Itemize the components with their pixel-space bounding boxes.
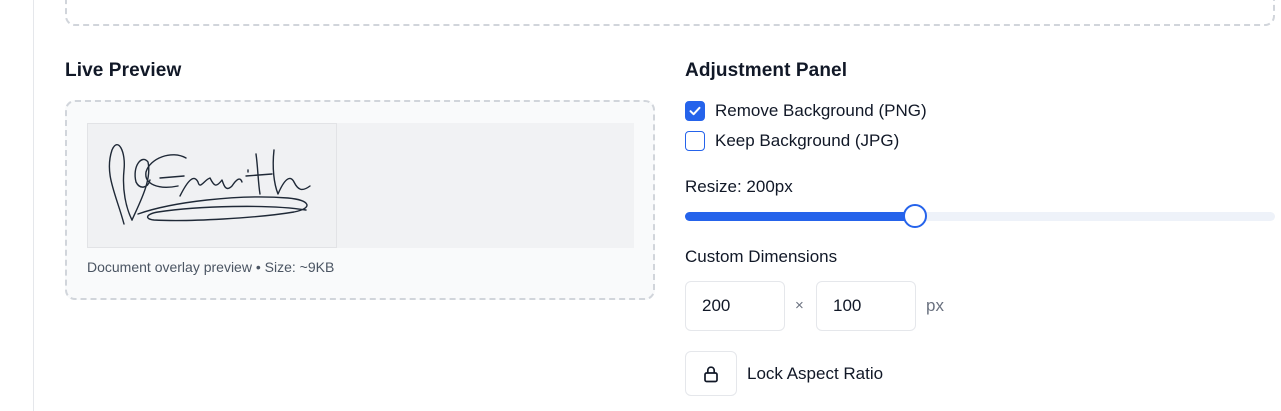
lock-icon <box>704 365 718 382</box>
keep-background-checkbox[interactable] <box>685 131 705 151</box>
upload-dropzone[interactable] <box>65 0 1275 26</box>
width-input[interactable] <box>685 281 785 331</box>
live-preview-box: Document overlay preview • Size: ~9KB <box>65 100 655 300</box>
signature-editor-page: Live Preview Document overlay preview • … <box>0 0 1281 411</box>
resize-label: Resize: 200px <box>685 177 793 196</box>
remove-background-checkbox[interactable] <box>685 101 705 121</box>
custom-dimensions-label: Custom Dimensions <box>685 247 838 266</box>
sidebar-divider <box>33 0 34 411</box>
document-overlay-canvas <box>87 123 634 248</box>
adjustment-panel-title: Adjustment Panel <box>685 60 848 81</box>
checkmark-icon <box>689 106 701 116</box>
live-preview-title: Live Preview <box>65 60 182 81</box>
unit-label: px <box>926 296 944 315</box>
lock-aspect-ratio-label: Lock Aspect Ratio <box>747 364 884 383</box>
remove-background-label: Remove Background (PNG) <box>715 101 927 120</box>
slider-thumb[interactable] <box>903 204 928 228</box>
keep-background-label: Keep Background (JPG) <box>715 131 900 150</box>
signature-drawing <box>108 143 311 225</box>
dimension-separator: × <box>795 297 804 314</box>
lock-aspect-ratio-button[interactable] <box>685 351 737 396</box>
keep-background-option[interactable]: Keep Background (JPG) <box>685 130 899 152</box>
signature-image <box>87 123 337 248</box>
remove-background-option[interactable]: Remove Background (PNG) <box>685 100 927 122</box>
slider-fill <box>685 212 916 221</box>
preview-caption: Document overlay preview • Size: ~9KB <box>87 259 335 275</box>
resize-slider[interactable] <box>685 204 1275 228</box>
height-input[interactable] <box>816 281 916 331</box>
